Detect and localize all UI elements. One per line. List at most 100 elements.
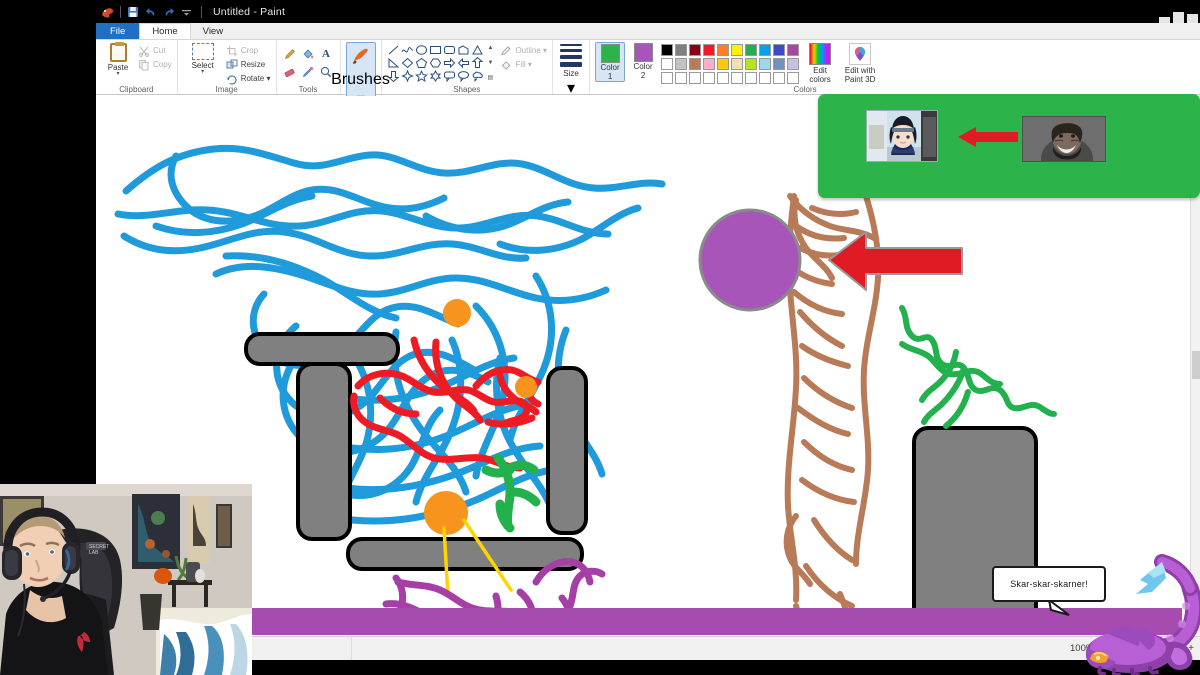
shape-line-icon[interactable] — [387, 44, 401, 57]
color-swatch-2-0[interactable] — [661, 72, 674, 84]
shape-left-arrow-icon[interactable] — [457, 57, 471, 70]
shape-right-triangle-icon[interactable] — [387, 57, 401, 70]
color-swatch-1-9[interactable] — [787, 58, 800, 70]
color-2-sub: 2 — [640, 71, 646, 80]
shape-up-arrow-icon[interactable] — [471, 57, 485, 70]
shape-five-point-star-icon[interactable] — [414, 70, 429, 83]
color-swatch-0-6[interactable] — [745, 44, 758, 56]
shape-triangle-icon[interactable] — [471, 44, 485, 57]
shape-cloud-callout-icon[interactable] — [471, 70, 485, 83]
pencil-icon[interactable] — [282, 45, 299, 62]
paste-caret[interactable]: ▾ — [116, 71, 119, 77]
fill-button[interactable]: Fill ▾ — [500, 58, 547, 71]
shape-oval-icon[interactable] — [415, 44, 429, 57]
cut-button[interactable]: Cut — [138, 44, 172, 57]
paste-button[interactable]: Paste ▾ — [101, 42, 135, 77]
color-swatch-0-1[interactable] — [675, 44, 688, 56]
tools-group-label: Tools — [298, 85, 318, 94]
shape-rectangle-icon[interactable] — [429, 44, 443, 57]
color-swatch-1-6[interactable] — [745, 58, 758, 70]
shape-scroll-more-icon[interactable]: ▤ — [488, 74, 494, 81]
shape-scroll-up-icon[interactable]: ▲ — [488, 45, 494, 51]
shape-oval-callout-icon[interactable] — [457, 70, 471, 83]
outline-label: Outline ▾ — [515, 46, 548, 55]
color-swatch-0-5[interactable] — [731, 44, 744, 56]
shape-scroll-down-icon[interactable]: ▼ — [488, 60, 494, 66]
shape-curve-icon[interactable] — [401, 44, 415, 57]
color-swatch-0-8[interactable] — [773, 44, 786, 56]
color-swatch-0-7[interactable] — [759, 44, 772, 56]
color-swatch-1-3[interactable] — [703, 58, 716, 70]
redo-icon[interactable] — [163, 5, 177, 19]
scissors-icon — [138, 45, 150, 57]
color-picker-icon[interactable] — [300, 63, 317, 80]
color-swatch-1-5[interactable] — [731, 58, 744, 70]
text-icon[interactable]: A — [318, 45, 335, 62]
crop-button[interactable]: Crop — [226, 44, 271, 57]
shape-down-arrow-icon[interactable] — [387, 70, 401, 83]
size-button[interactable]: Size ▾ — [558, 42, 584, 98]
color-swatch-2-9[interactable] — [787, 72, 800, 84]
color-swatch-1-8[interactable] — [773, 58, 786, 70]
color-swatch-0-2[interactable] — [689, 44, 702, 56]
paint3d-button[interactable]: Edit with Paint 3D — [840, 42, 880, 84]
paint3d-icon — [849, 43, 872, 65]
color-swatch-2-3[interactable] — [703, 72, 716, 84]
edit-colors-button[interactable]: Edit colors — [803, 42, 837, 84]
color-swatch-2-5[interactable] — [731, 72, 744, 84]
eraser-icon[interactable] — [282, 63, 299, 80]
shape-hexagon-icon[interactable] — [429, 57, 443, 70]
color-swatch-0-4[interactable] — [717, 44, 730, 56]
color-swatch-2-8[interactable] — [773, 72, 786, 84]
tab-view[interactable]: View — [191, 23, 235, 39]
save-icon[interactable] — [127, 5, 141, 19]
divider — [120, 5, 121, 18]
shape-pentagon-icon[interactable] — [415, 57, 429, 70]
color-swatch-1-0[interactable] — [661, 58, 674, 70]
color-swatch-1-4[interactable] — [717, 58, 730, 70]
shape-polygon-icon[interactable] — [457, 44, 471, 57]
color-swatch-1-7[interactable] — [759, 58, 772, 70]
shape-rounded-callout-icon[interactable] — [443, 70, 457, 83]
cut-label: Cut — [153, 46, 166, 55]
color-swatch-2-1[interactable] — [675, 72, 688, 84]
rotate-button[interactable]: Rotate ▾ — [226, 72, 271, 85]
close-button[interactable] — [1187, 14, 1198, 23]
color-swatch-0-3[interactable] — [703, 44, 716, 56]
color-swatch-2-4[interactable] — [717, 72, 730, 84]
stream-top-black-bar — [1100, 0, 1200, 8]
color-palette[interactable] — [661, 42, 800, 85]
size-caret[interactable]: ▾ — [567, 78, 575, 98]
color-swatch-2-7[interactable] — [759, 72, 772, 84]
color-swatch-0-0[interactable] — [661, 44, 674, 56]
color-2-button[interactable]: Color 2 — [628, 42, 658, 80]
select-button[interactable]: Select ▾ — [183, 42, 223, 75]
color-swatch-1-2[interactable] — [689, 58, 702, 70]
shape-gallery-scroll[interactable]: ▲ ▼ ▤ — [488, 42, 494, 81]
edit-colors-label: Edit colors — [809, 66, 831, 84]
tab-home[interactable]: Home — [139, 23, 191, 39]
tab-file[interactable]: File — [96, 23, 140, 39]
shape-four-point-star-icon[interactable] — [400, 70, 415, 83]
shape-six-point-star-icon[interactable] — [429, 70, 443, 83]
customize-quick-access-icon[interactable] — [181, 5, 195, 19]
paint-icon[interactable] — [100, 5, 114, 19]
maximize-button[interactable] — [1173, 12, 1184, 23]
copy-button[interactable]: Copy — [138, 58, 172, 71]
color-swatch-2-2[interactable] — [689, 72, 702, 84]
fill-icon[interactable] — [300, 45, 317, 62]
shape-rounded-rect-icon[interactable] — [443, 44, 457, 57]
color-swatch-1-1[interactable] — [675, 58, 688, 70]
color-1-button[interactable]: Color 1 — [595, 42, 626, 82]
undo-icon[interactable] — [145, 5, 159, 19]
shape-diamond-icon[interactable] — [401, 57, 415, 70]
shape-gallery[interactable] — [387, 42, 485, 83]
scrollbar-thumb[interactable] — [1192, 351, 1200, 379]
color-swatch-0-9[interactable] — [787, 44, 800, 56]
ribbon-group-colors: Color 1 Color 2 Edit colors Edit with Pa… — [590, 40, 885, 94]
color-swatch-2-6[interactable] — [745, 72, 758, 84]
select-caret[interactable]: ▾ — [201, 69, 204, 75]
resize-button[interactable]: Resize — [226, 58, 271, 71]
shape-right-arrow-icon[interactable] — [443, 57, 457, 70]
outline-button[interactable]: Outline ▾ — [500, 44, 547, 57]
